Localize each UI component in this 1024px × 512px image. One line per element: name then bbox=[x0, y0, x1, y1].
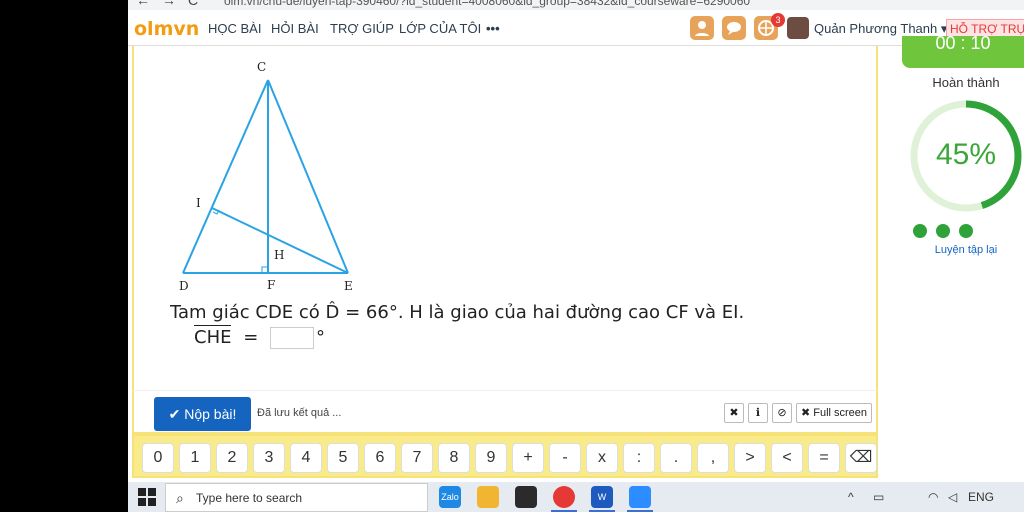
taskbar-search[interactable]: ⌕ Type here to search bbox=[165, 483, 428, 512]
zalo-app-icon[interactable]: Zalo bbox=[439, 486, 461, 508]
browser-address-bar[interactable]: ← → C olm.vn/chu-de/luyen-tap-390460/?id… bbox=[128, 0, 1024, 10]
menu-hoi-bai[interactable]: HỎI BÀI bbox=[271, 21, 319, 36]
profile-icon[interactable] bbox=[690, 16, 714, 40]
key-greater[interactable]: > bbox=[734, 443, 766, 473]
key-divide[interactable]: : bbox=[623, 443, 655, 473]
label-f: F bbox=[267, 278, 275, 292]
key-6[interactable]: 6 bbox=[364, 443, 396, 473]
progress-percent: 45% bbox=[935, 138, 997, 171]
label-c: C bbox=[257, 60, 266, 74]
side-ce bbox=[267, 79, 349, 274]
user-menu[interactable]: Quản Phương Thanh ▾ bbox=[814, 21, 947, 37]
forward-icon[interactable]: → bbox=[162, 0, 176, 8]
completion-label: Hoàn thành bbox=[932, 75, 1000, 90]
key-3[interactable]: 3 bbox=[253, 443, 285, 473]
reload-icon[interactable]: C bbox=[188, 0, 198, 8]
store-app-icon[interactable] bbox=[515, 486, 537, 508]
chat-icon[interactable] bbox=[722, 16, 746, 40]
key-5[interactable]: 5 bbox=[327, 443, 359, 473]
close-icon[interactable]: ✖ bbox=[724, 403, 744, 423]
question-panel: C I H D F E Tam giác CDE có D̂ = 66°. H … bbox=[132, 46, 878, 390]
key-equals[interactable]: = bbox=[808, 443, 840, 473]
block-icon[interactable]: ⊘ bbox=[772, 403, 792, 423]
answer-row: CHE = ° bbox=[194, 325, 326, 349]
progress-dot bbox=[913, 224, 927, 238]
menu-tro-giup[interactable]: TRỢ GIÚP bbox=[330, 21, 394, 36]
label-e: E bbox=[344, 279, 353, 293]
answer-keypad: 0 1 2 3 4 5 6 7 8 9 + - x : . , > < = ⌫ bbox=[132, 434, 878, 478]
key-9[interactable]: 9 bbox=[475, 443, 507, 473]
progress-dot bbox=[959, 224, 973, 238]
retry-link[interactable]: Luyện tập lại bbox=[908, 244, 1024, 256]
file-explorer-icon[interactable] bbox=[477, 486, 499, 508]
volume-icon[interactable]: ◁ bbox=[948, 490, 957, 504]
key-plus[interactable]: + bbox=[512, 443, 544, 473]
search-icon: ⌕ bbox=[176, 490, 184, 506]
chevron-up-icon[interactable]: ^ bbox=[848, 490, 854, 504]
menu-hoc-bai[interactable]: HỌC BÀI bbox=[208, 21, 261, 36]
progress-dot bbox=[936, 224, 950, 238]
search-placeholder: Type here to search bbox=[196, 491, 303, 505]
url-text[interactable]: olm.vn/chu-de/luyen-tap-390460/?id_stude… bbox=[224, 0, 750, 8]
key-2[interactable]: 2 bbox=[216, 443, 248, 473]
key-7[interactable]: 7 bbox=[401, 443, 433, 473]
key-less[interactable]: < bbox=[771, 443, 803, 473]
language-indicator[interactable]: ENG bbox=[968, 490, 994, 504]
battery-icon[interactable]: ▭ bbox=[873, 490, 884, 504]
label-d: D bbox=[179, 279, 189, 293]
fullscreen-button[interactable]: ✖ Full screen bbox=[796, 403, 872, 423]
avatar[interactable] bbox=[787, 17, 809, 39]
more-menu-icon[interactable]: ••• bbox=[486, 21, 500, 36]
key-1[interactable]: 1 bbox=[179, 443, 211, 473]
windows-start-icon[interactable] bbox=[138, 488, 156, 506]
problem-statement: Tam giác CDE có D̂ = 66°. H là giao của … bbox=[170, 302, 745, 323]
key-minus[interactable]: - bbox=[549, 443, 581, 473]
taskbar: ⌕ Type here to search Zalo W ^ ▭ ◠ ◁ ENG bbox=[128, 482, 1024, 512]
zoom-icon[interactable] bbox=[629, 486, 651, 508]
chrome-icon[interactable] bbox=[553, 486, 575, 508]
key-multiply[interactable]: x bbox=[586, 443, 618, 473]
key-comma[interactable]: , bbox=[697, 443, 729, 473]
action-bar: ✔ Nộp bài! Đã lưu kết quả ... ✖ ℹ ⊘ ✖ Fu… bbox=[132, 390, 878, 434]
screen: ← → C olm.vn/chu-de/luyen-tap-390460/?id… bbox=[128, 0, 1024, 512]
altitude-ei bbox=[211, 207, 349, 274]
timer: 00 : 10 bbox=[902, 36, 1024, 68]
degree-unit: ° bbox=[316, 327, 326, 348]
key-8[interactable]: 8 bbox=[438, 443, 470, 473]
word-icon[interactable]: W bbox=[591, 486, 613, 508]
key-0[interactable]: 0 bbox=[142, 443, 174, 473]
label-i: I bbox=[196, 196, 201, 210]
side-cd bbox=[182, 79, 269, 274]
answer-input[interactable] bbox=[270, 327, 315, 349]
backspace-icon[interactable]: ⌫ bbox=[845, 443, 877, 473]
triangle-figure: C I H D F E bbox=[179, 60, 353, 293]
olm-logo[interactable]: olm.vn bbox=[134, 18, 199, 264]
submit-button[interactable]: ✔ Nộp bài! bbox=[154, 397, 251, 431]
back-icon[interactable]: ← bbox=[136, 0, 150, 8]
site-header: olm.vn HỌC BÀI HỎI BÀI TRỢ GIÚP LỚP CỦA … bbox=[128, 10, 1024, 264]
saved-status: Đã lưu kết quả ... bbox=[257, 407, 342, 419]
key-4[interactable]: 4 bbox=[290, 443, 322, 473]
menu-lop-cua-toi[interactable]: LỚP CỦA TÔI bbox=[399, 21, 481, 36]
key-period[interactable]: . bbox=[660, 443, 692, 473]
info-icon[interactable]: ℹ bbox=[748, 403, 768, 423]
label-h: H bbox=[274, 248, 284, 262]
wifi-icon[interactable]: ◠ bbox=[928, 490, 938, 504]
notification-badge: 3 bbox=[771, 13, 785, 27]
equals-sign: = bbox=[243, 327, 259, 348]
angle-che-label: CHE bbox=[194, 325, 232, 348]
